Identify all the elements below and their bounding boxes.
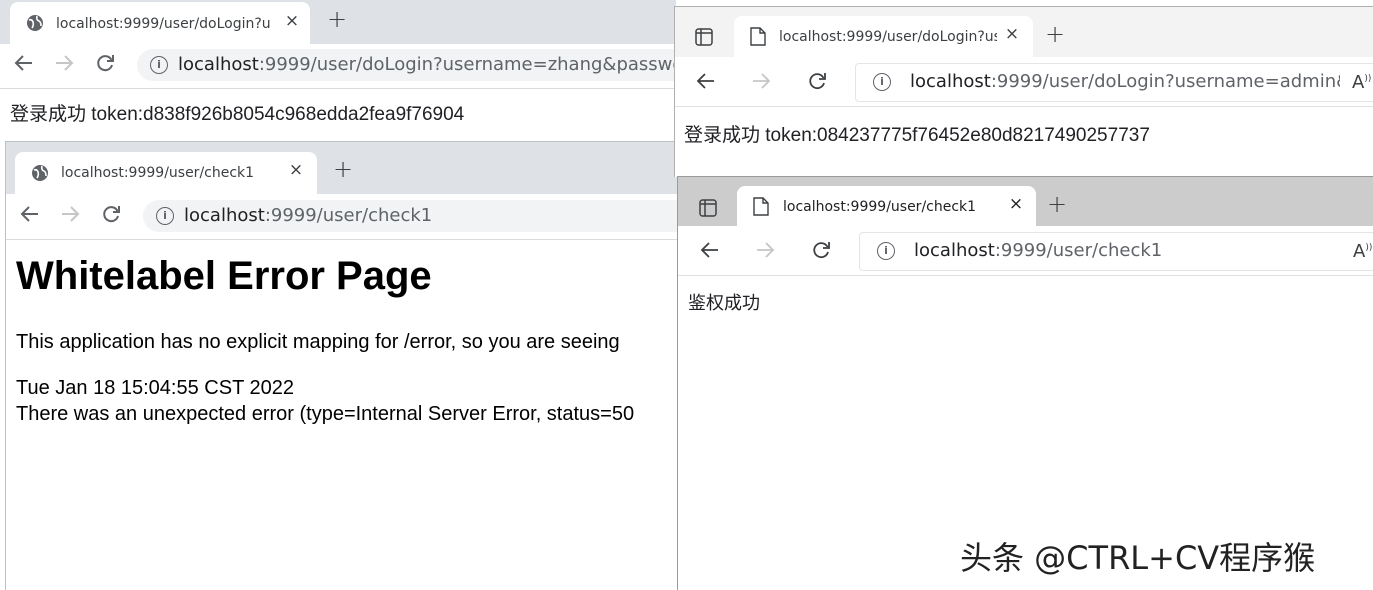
info-icon[interactable]: i xyxy=(156,207,174,225)
back-button[interactable] xyxy=(699,239,727,261)
url-path: :9999/user/doLogin?username=zhang&passwo… xyxy=(258,54,676,75)
page-icon xyxy=(750,27,766,46)
address-bar[interactable]: i localhost:9999/user/check1 xyxy=(143,200,677,232)
error-paragraph: This application has no explicit mapping… xyxy=(16,331,620,353)
new-tab-button[interactable]: + xyxy=(327,5,347,33)
page-content: 登录成功 token:084237775f76452e80d8217490257… xyxy=(675,107,1373,177)
url-host: localhost xyxy=(178,54,259,75)
auth-result-text: 鉴权成功 xyxy=(688,293,760,313)
tab-actions-icon[interactable] xyxy=(699,199,717,217)
tab-strip: localhost:9999/user/check1 × + xyxy=(678,177,1373,226)
edge-window-check1: localhost:9999/user/check1 × + i localho… xyxy=(677,176,1373,590)
tab-check1[interactable]: localhost:9999/user/check1 × xyxy=(737,186,1036,226)
tab-actions-icon[interactable] xyxy=(695,28,713,46)
edge-window-login: localhost:9999/user/doLogin?use × + i lo… xyxy=(674,6,1373,177)
tab-login[interactable]: localhost:9999/user/doLogin?use × xyxy=(734,16,1033,57)
reload-button[interactable] xyxy=(806,70,834,92)
login-result-text: 登录成功 token:d838f926b8054c968edda2fea9f76… xyxy=(10,104,465,125)
info-icon[interactable]: i xyxy=(150,56,168,74)
forward-button[interactable] xyxy=(754,239,782,261)
tab-close-button[interactable]: × xyxy=(1008,194,1024,214)
globe-icon xyxy=(31,164,49,182)
reload-button[interactable] xyxy=(100,203,128,225)
tab-close-button[interactable]: × xyxy=(288,160,304,180)
new-tab-button[interactable]: + xyxy=(333,155,353,183)
toolbar: i localhost:9999/user/check1 A)) xyxy=(678,226,1373,276)
url-host: localhost xyxy=(914,240,995,261)
tab-title: localhost:9999/user/doLogin?u xyxy=(56,16,271,32)
tab-check1[interactable]: localhost:9999/user/check1 × xyxy=(15,152,317,194)
tab-title: localhost:9999/user/check1 xyxy=(61,165,255,181)
forward-button[interactable] xyxy=(53,52,81,74)
tab-title: localhost:9999/user/doLogin?use xyxy=(779,29,997,45)
new-tab-button[interactable]: + xyxy=(1045,20,1065,48)
read-aloud-icon[interactable]: A)) xyxy=(1352,72,1371,93)
back-button[interactable] xyxy=(13,52,41,74)
reload-button[interactable] xyxy=(810,239,838,261)
url-path: :9999/user/doLogin?username=admin&pas... xyxy=(990,71,1340,92)
toolbar: i localhost:9999/user/check1 xyxy=(6,194,677,240)
url-host: localhost xyxy=(910,71,991,92)
read-aloud-icon[interactable]: A)) xyxy=(1353,241,1372,262)
reload-button[interactable] xyxy=(94,52,122,74)
url-host: localhost xyxy=(184,205,265,226)
login-result-text: 登录成功 token:084237775f76452e80d8217490257… xyxy=(684,125,1150,146)
chrome-window-login: localhost:9999/user/doLogin?u × + i loca… xyxy=(0,0,676,140)
tab-title: localhost:9999/user/check1 xyxy=(783,199,977,215)
watermark: 头条 @CTRL+CV程序猴 xyxy=(960,539,1316,577)
back-button[interactable] xyxy=(695,70,723,92)
tab-login[interactable]: localhost:9999/user/doLogin?u × xyxy=(10,2,310,44)
error-detail: There was an unexpected error (type=Inte… xyxy=(16,403,635,425)
toolbar: i localhost:9999/user/doLogin?username=z… xyxy=(0,44,676,89)
toolbar: i localhost:9999/user/doLogin?username=a… xyxy=(675,57,1373,107)
globe-icon xyxy=(26,14,44,32)
back-button[interactable] xyxy=(19,203,47,225)
address-bar[interactable]: i localhost:9999/user/doLogin?username=a… xyxy=(855,63,1373,102)
error-timestamp: Tue Jan 18 15:04:55 CST 2022 xyxy=(16,377,294,399)
address-bar[interactable]: i localhost:9999/user/check1 A)) xyxy=(859,232,1373,271)
info-icon[interactable]: i xyxy=(873,73,891,91)
page-heading: Whitelabel Error Page xyxy=(16,254,432,298)
tab-close-button[interactable]: × xyxy=(284,11,300,31)
page-content: 登录成功 token:d838f926b8054c968edda2fea9f76… xyxy=(0,89,676,140)
info-icon[interactable]: i xyxy=(877,242,895,260)
tab-strip: localhost:9999/user/doLogin?use × + xyxy=(675,7,1373,57)
forward-button[interactable] xyxy=(59,203,87,225)
forward-button[interactable] xyxy=(750,70,778,92)
address-bar[interactable]: i localhost:9999/user/doLogin?username=z… xyxy=(137,49,676,81)
url-path: :9999/user/check1 xyxy=(994,240,1163,261)
tab-strip: localhost:9999/user/doLogin?u × + xyxy=(0,0,676,44)
page-content: Whitelabel Error Page This application h… xyxy=(6,240,677,590)
chrome-window-check1-error: localhost:9999/user/check1 × + i localho… xyxy=(5,141,677,590)
tab-close-button[interactable]: × xyxy=(1004,24,1020,44)
page-icon xyxy=(753,197,769,216)
new-tab-button[interactable]: + xyxy=(1047,190,1067,218)
url-path: :9999/user/check1 xyxy=(264,205,433,226)
tab-strip: localhost:9999/user/check1 × + xyxy=(6,142,677,194)
